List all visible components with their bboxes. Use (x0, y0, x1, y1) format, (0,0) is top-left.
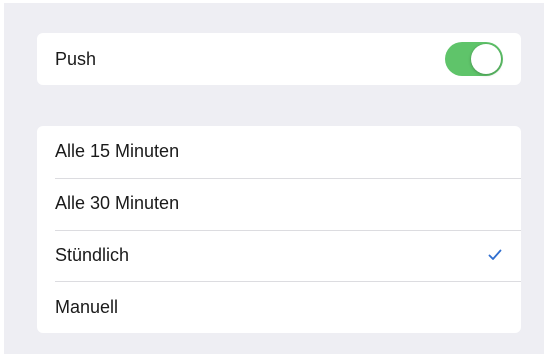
toggle-knob (471, 44, 501, 74)
option-every-30-minutes[interactable]: Alle 30 Minuten (37, 177, 521, 230)
push-toggle[interactable] (445, 42, 503, 76)
fetch-interval-group: Alle 15 Minuten Alle 30 Minuten Stündlic… (37, 126, 521, 333)
settings-screen: Push Alle 15 Minuten Alle 30 Minuten Stü… (4, 3, 544, 354)
option-every-15-minutes[interactable]: Alle 15 Minuten (37, 126, 521, 178)
push-label: Push (55, 48, 97, 69)
push-group: Push (37, 33, 521, 85)
checkmark-icon (487, 247, 503, 263)
option-label: Alle 30 Minuten (55, 193, 180, 214)
option-label: Alle 15 Minuten (55, 141, 180, 162)
option-hourly[interactable]: Stündlich (37, 229, 521, 282)
option-manual[interactable]: Manuell (37, 281, 521, 333)
option-label: Manuell (55, 296, 119, 317)
option-label: Stündlich (55, 244, 130, 265)
push-row: Push (37, 33, 521, 85)
